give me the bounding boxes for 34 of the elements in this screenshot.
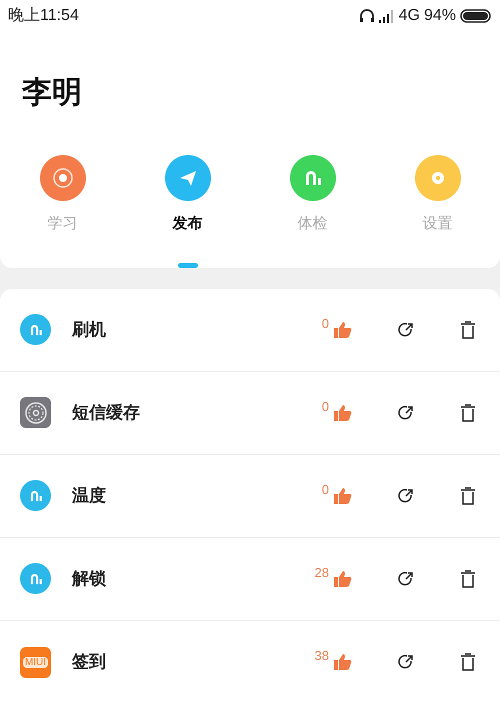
app-icon [20,563,51,594]
battery-icon [460,8,492,24]
delete-icon[interactable] [460,653,476,671]
status-time: 晚上11:54 [8,6,79,26]
refresh-icon[interactable] [397,486,415,504]
delete-icon[interactable] [460,570,476,588]
item-title: 刷机 [72,318,107,341]
delete-icon[interactable] [460,486,476,504]
headphones-icon [358,8,375,24]
thumbs-up-icon [334,570,352,586]
user-name: 李明 [22,75,82,111]
app-icon [20,314,51,345]
item-title: 签到 [72,651,107,674]
item-title: 解锁 [72,568,107,590]
settings-icon [20,397,51,428]
signal-icon [378,9,395,23]
refresh-icon[interactable] [397,570,415,588]
item-title: 短信缓存 [72,402,141,424]
target-icon [52,167,74,189]
logo-text: MIUI [22,656,48,668]
app-icon [20,480,51,511]
item-title: 温度 [72,484,107,507]
refresh-icon[interactable] [397,320,415,338]
delete-icon[interactable] [460,404,476,422]
delete-icon[interactable] [460,320,476,338]
thumbs-up-icon [334,488,352,504]
network-type: 4G [398,6,420,26]
battery-percent: 94% [424,6,456,26]
thumbs-up-icon [334,404,352,420]
tab-indicator [178,262,198,268]
thumbs-up-icon [334,322,352,338]
refresh-icon[interactable] [397,404,415,422]
refresh-icon[interactable] [397,653,415,671]
thumbs-up-icon [334,654,352,670]
